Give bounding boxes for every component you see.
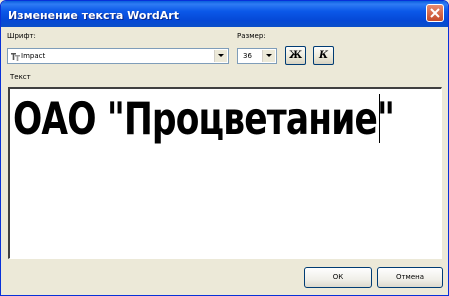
chevron-down-icon <box>218 54 224 57</box>
wordart-text-value: ОАО "Процветание" <box>13 93 395 145</box>
ok-button[interactable]: ОК <box>304 267 372 288</box>
size-value: 36 <box>243 52 252 60</box>
window-title: Изменение текста WordArt <box>8 9 179 22</box>
wordart-dialog: Изменение текста WordArt Шрифт: Impact Р… <box>0 0 449 296</box>
size-dropdown-button[interactable] <box>262 50 275 62</box>
cancel-button[interactable]: Отмена <box>377 267 443 288</box>
font-value: Impact <box>21 52 46 60</box>
close-button[interactable] <box>426 4 444 22</box>
bold-button[interactable]: Ж <box>285 46 306 65</box>
truetype-font-icon <box>11 53 20 61</box>
title-bar[interactable]: Изменение текста WordArt <box>1 1 448 27</box>
close-icon <box>430 8 440 18</box>
chevron-down-icon <box>266 54 272 57</box>
wordart-text-input[interactable]: ОАО "Процветание" <box>8 87 442 259</box>
text-caret <box>379 94 380 143</box>
text-label: Текст <box>10 73 31 81</box>
size-label: Размер: <box>237 32 266 40</box>
font-label: Шрифт: <box>7 32 36 40</box>
italic-button[interactable]: К <box>313 46 334 65</box>
size-select[interactable]: 36 <box>237 48 277 64</box>
font-dropdown-button[interactable] <box>214 50 227 62</box>
font-select[interactable]: Impact <box>7 48 229 64</box>
